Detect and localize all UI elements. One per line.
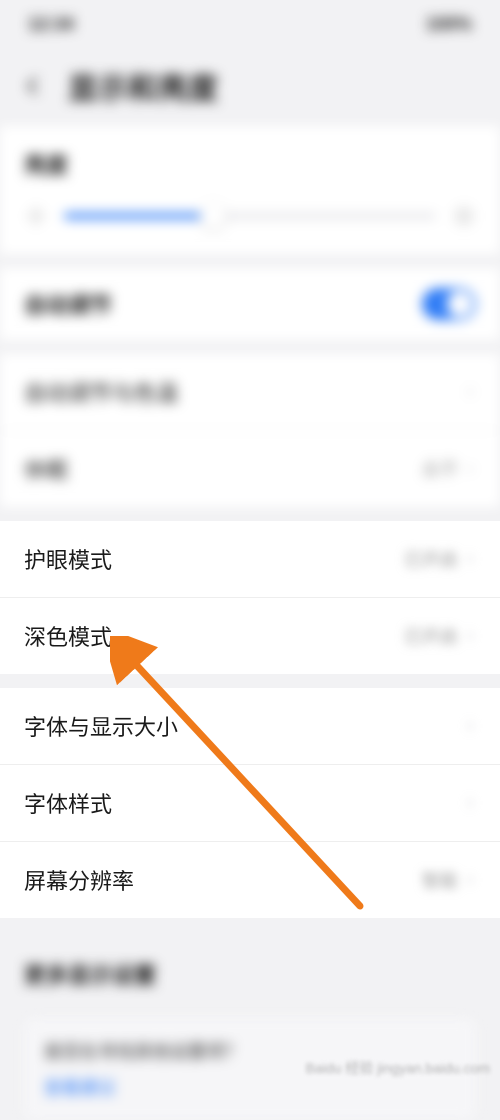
- row-label: 屏幕分辨率: [24, 864, 134, 896]
- sun-small-icon: [24, 204, 48, 228]
- status-time: 12:34: [28, 14, 74, 35]
- row-value: 智能: [422, 867, 476, 893]
- watermark: Baidu 经验 jingyan.baidu.com: [306, 1058, 490, 1078]
- row-label: 休眠: [24, 453, 68, 485]
- brightness-thumb[interactable]: [200, 203, 226, 229]
- row-label: 护眼模式: [24, 543, 112, 575]
- brightness-section: 亮度: [0, 126, 500, 254]
- brightness-track[interactable]: [64, 213, 436, 219]
- sun-large-icon: [452, 204, 476, 228]
- row-value: 已开启: [404, 546, 476, 572]
- chevron-right-icon: [464, 874, 476, 886]
- row-value: 已开启: [404, 623, 476, 649]
- more-settings-label: 更多显示设置: [24, 958, 476, 990]
- page-title: 显示和亮度: [68, 64, 218, 108]
- row-auto-color-temp[interactable]: 自动调节与色温: [0, 354, 500, 430]
- status-battery: 100%: [426, 14, 472, 35]
- row-value-text: 智能: [422, 867, 458, 893]
- chevron-right-icon: [464, 553, 476, 565]
- row-value-text: 已开启: [404, 623, 458, 649]
- page-header: 显示和亮度: [0, 48, 500, 126]
- section-group-c: 字体与显示大小 字体样式 屏幕分辨率 智能: [0, 688, 500, 918]
- auto-adjust-toggle[interactable]: [422, 288, 476, 320]
- status-bar: 12:34 100%: [0, 0, 500, 48]
- chevron-right-icon: [464, 720, 476, 732]
- chevron-right-icon: [464, 386, 476, 398]
- back-icon[interactable]: [22, 75, 44, 97]
- row-label: 字体与显示大小: [24, 710, 178, 742]
- section-group-a: 自动调节与色温 休眠 永不: [0, 354, 500, 507]
- row-label: 深色模式: [24, 620, 112, 652]
- row-label: 自动调节与色温: [24, 376, 178, 408]
- row-screen-resolution[interactable]: 屏幕分辨率 智能: [0, 841, 500, 918]
- chevron-right-icon: [464, 463, 476, 475]
- row-sleep[interactable]: 休眠 永不: [0, 430, 500, 507]
- row-value: [458, 720, 476, 732]
- row-label: 字体样式: [24, 787, 112, 819]
- chevron-right-icon: [464, 797, 476, 809]
- row-dark-mode[interactable]: 深色模式 已开启: [0, 597, 500, 674]
- brightness-slider[interactable]: [24, 204, 476, 228]
- row-eye-care[interactable]: 护眼模式 已开启: [0, 521, 500, 597]
- row-value-text: 永不: [422, 456, 458, 482]
- auto-adjust-label: 自动调节: [24, 288, 112, 320]
- row-value: [458, 797, 476, 809]
- row-value-text: 已开启: [404, 546, 458, 572]
- row-font-style[interactable]: 字体样式: [0, 764, 500, 841]
- row-font-display-size[interactable]: 字体与显示大小: [0, 688, 500, 764]
- more-display-settings[interactable]: 更多显示设置: [0, 932, 500, 1000]
- chevron-right-icon: [464, 630, 476, 642]
- auto-adjust-row[interactable]: 自动调节: [0, 268, 500, 340]
- row-value: [458, 386, 476, 398]
- row-value: 永不: [422, 456, 476, 482]
- section-group-b: 护眼模式 已开启 深色模式 已开启: [0, 521, 500, 674]
- brightness-label: 亮度: [24, 148, 476, 180]
- brightness-fill: [64, 213, 213, 219]
